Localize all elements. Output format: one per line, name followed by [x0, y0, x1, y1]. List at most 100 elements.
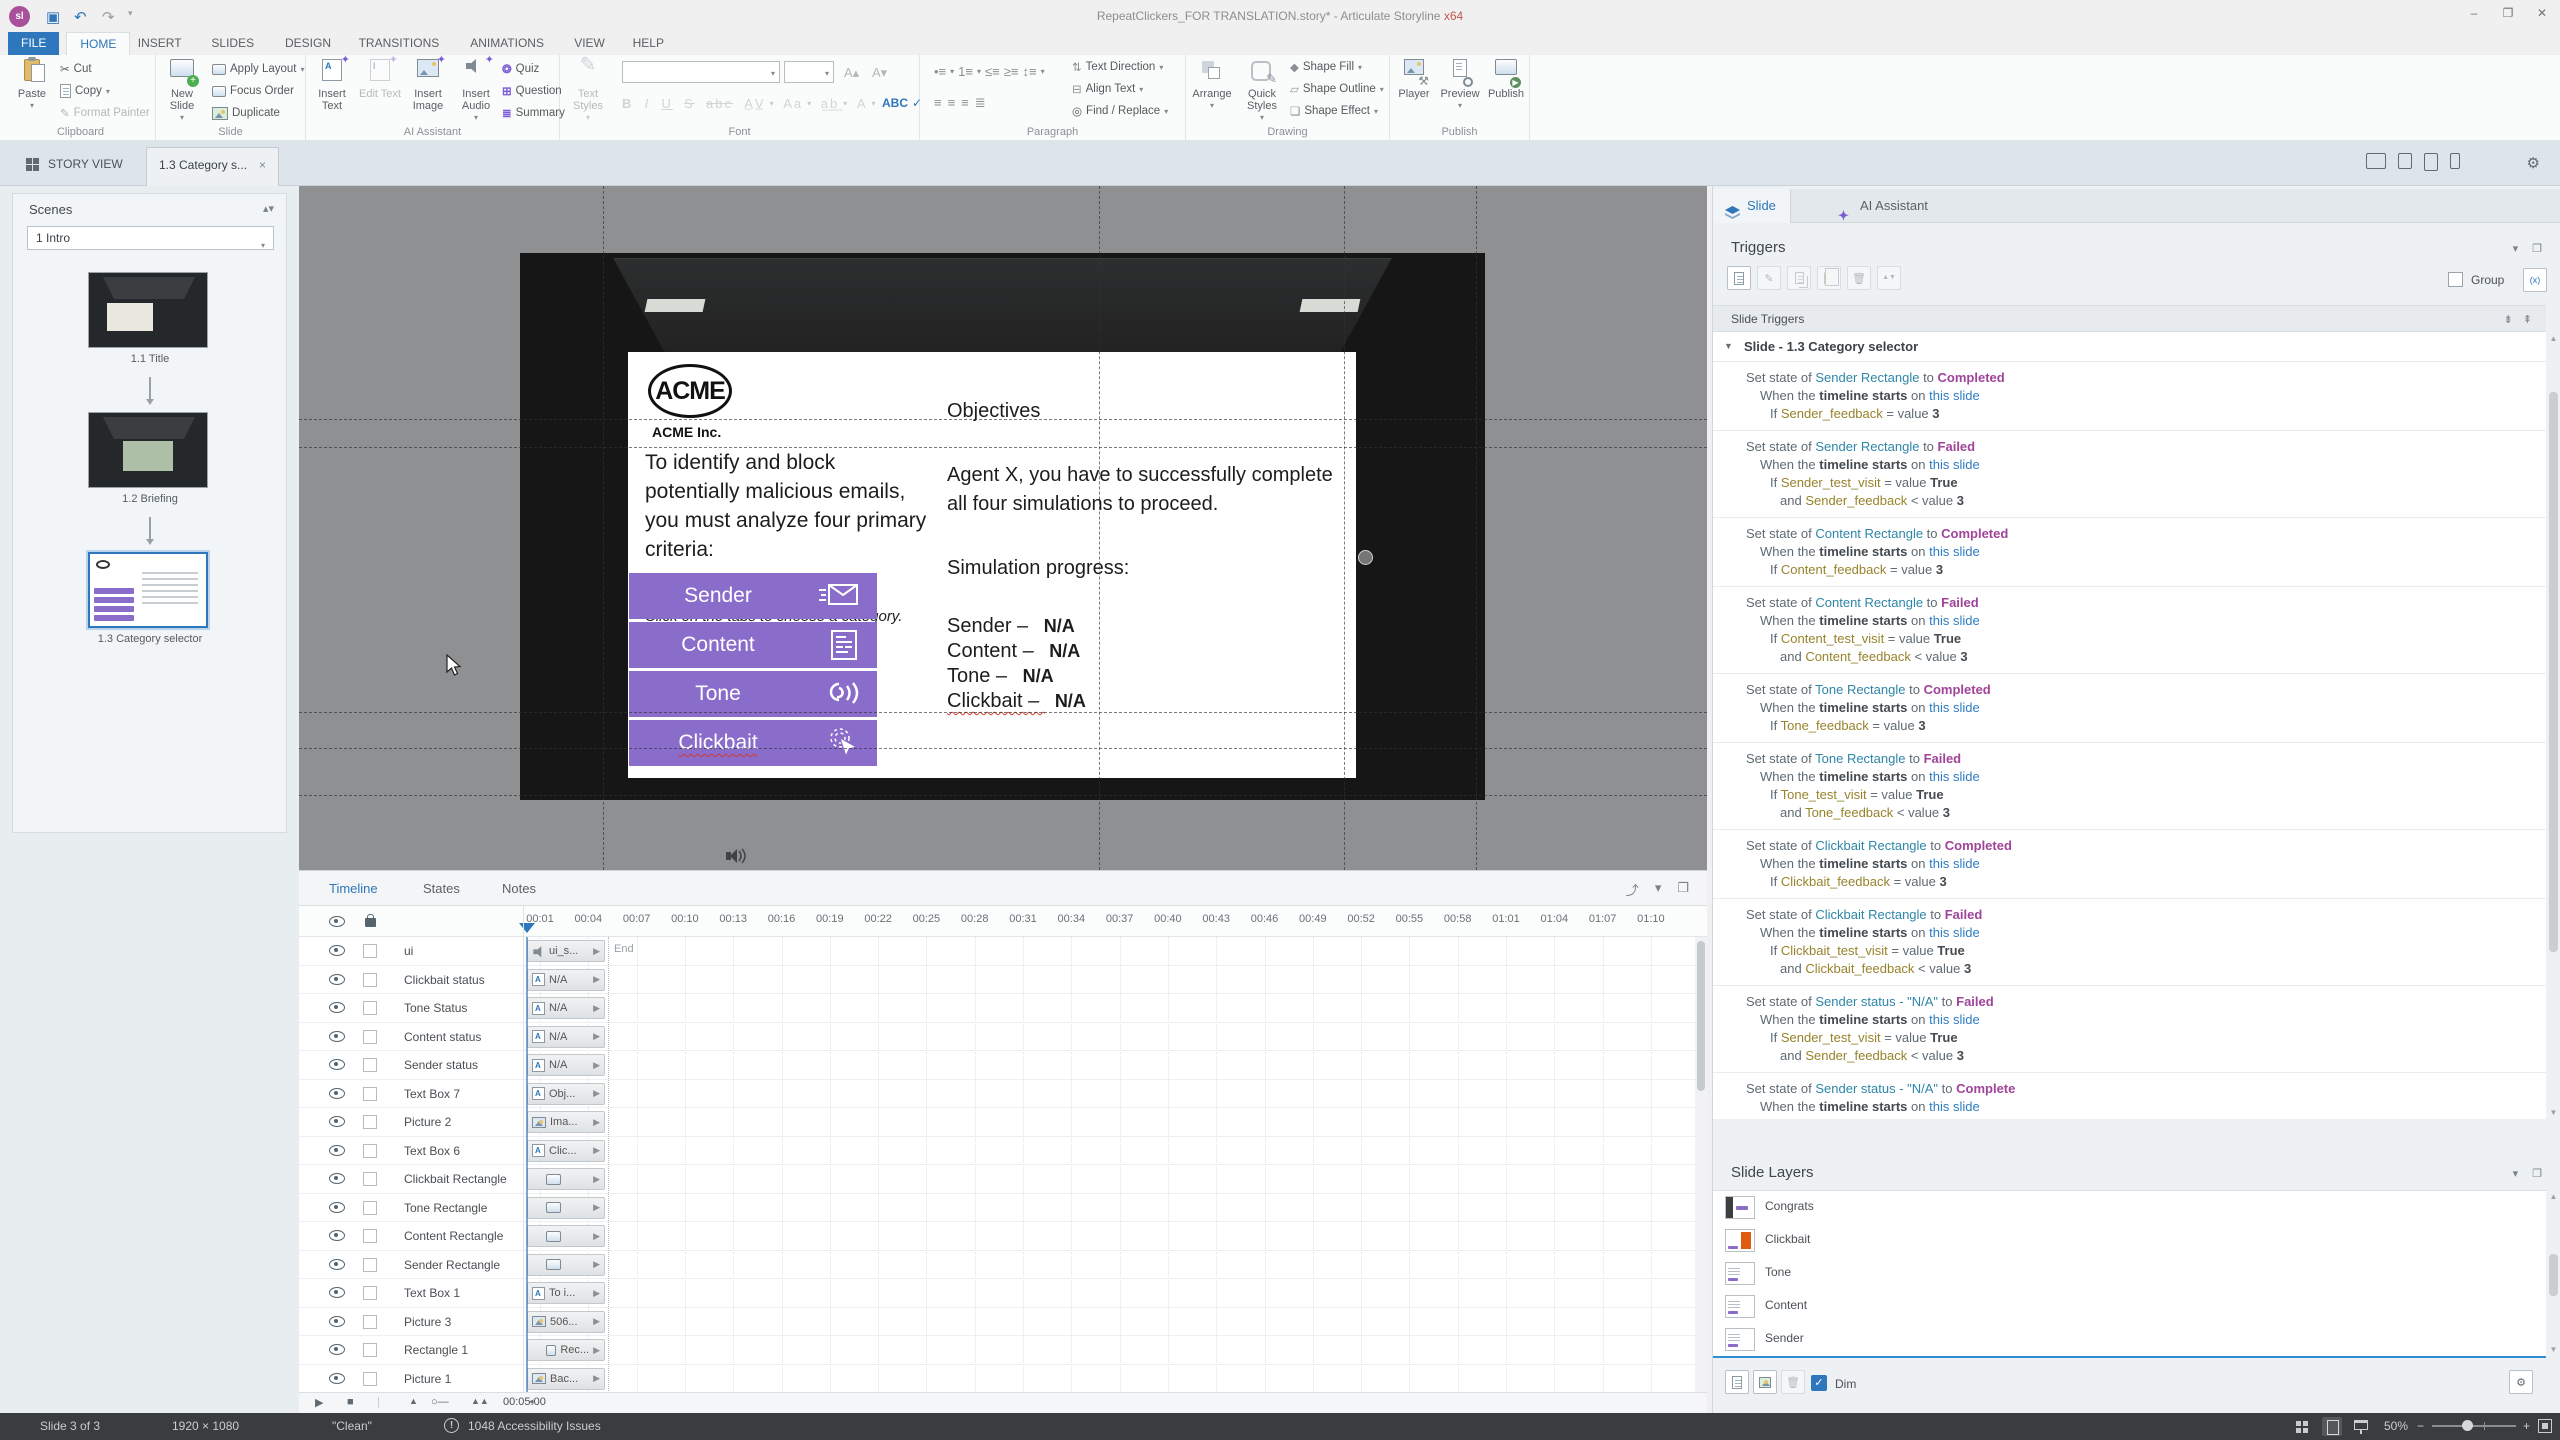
- preview-button[interactable]: Preview▾: [1436, 58, 1484, 112]
- trigger-item-2[interactable]: Set state of Sender Rectangle to FailedW…: [1713, 431, 2546, 518]
- trigger-item-1[interactable]: Set state of Sender Rectangle to Complet…: [1713, 362, 2546, 431]
- timeline-clip[interactable]: 506...▶: [527, 1311, 605, 1333]
- layer-row-sender[interactable]: Sender: [1713, 1323, 2546, 1356]
- clip-expand-icon[interactable]: ▶: [593, 1231, 600, 1242]
- timeline-vscrollbar[interactable]: [1695, 937, 1707, 1393]
- guide-line-horizontal[interactable]: [299, 712, 1707, 713]
- timeline-clip[interactable]: AN/A▶: [527, 1054, 605, 1076]
- clip-expand-icon[interactable]: ▶: [593, 1316, 600, 1327]
- timeline-clip[interactable]: AN/A▶: [527, 1026, 605, 1048]
- reorder-trigger-buttons[interactable]: ▲▼: [1877, 266, 1901, 290]
- visibility-eye-icon[interactable]: [329, 1344, 345, 1355]
- lock-checkbox[interactable]: [363, 1343, 377, 1357]
- preview-mode-icon[interactable]: [2354, 1420, 2368, 1430]
- ai-quiz-button[interactable]: ❂Quiz: [502, 59, 539, 79]
- zoom-in-icon[interactable]: +: [2523, 1419, 2530, 1433]
- dim-checkbox[interactable]: ✓: [1811, 1375, 1827, 1391]
- tab-slide[interactable]: Slide: [1713, 189, 1791, 223]
- gear-icon[interactable]: ⚙: [2527, 154, 2540, 172]
- timeline-row-picture-1[interactable]: Picture 1Bac...▶: [299, 1365, 1695, 1394]
- clip-expand-icon[interactable]: ▶: [593, 1174, 600, 1185]
- playhead-line[interactable]: [526, 937, 528, 1393]
- category-button-sender[interactable]: Sender: [629, 573, 877, 619]
- timeline-clip[interactable]: ▶: [527, 1168, 605, 1190]
- delete-layer-button[interactable]: 🗑: [1781, 1370, 1805, 1394]
- visibility-eye-icon[interactable]: [329, 1230, 345, 1241]
- paste-trigger-button[interactable]: [1817, 266, 1841, 290]
- maximize-button[interactable]: ❐: [2494, 6, 2522, 20]
- timeline-row-sender-rectangle[interactable]: Sender Rectangle▶: [299, 1251, 1695, 1280]
- font-format-buttons[interactable]: B I U S abc A̲V̲▾ Aa▾ a͟b͟▾ A▾: [622, 93, 876, 113]
- close-button[interactable]: ✕: [2528, 6, 2556, 20]
- guide-line-vertical[interactable]: [1476, 186, 1477, 870]
- lock-checkbox[interactable]: [363, 1258, 377, 1272]
- timeline-row-clickbait-rectangle[interactable]: Clickbait Rectangle▶: [299, 1165, 1695, 1194]
- insert-image-button[interactable]: ✦ Insert Image: [404, 58, 452, 112]
- trigger-item-8[interactable]: Set state of Clickbait Rectangle to Fail…: [1713, 899, 2546, 986]
- shape-effect-button[interactable]: ❏Shape Effect▾: [1290, 101, 1378, 121]
- clip-expand-icon[interactable]: ▶: [593, 1145, 600, 1156]
- edit-text-button[interactable]: I✦ Edit Text: [356, 58, 404, 100]
- visibility-eye-icon[interactable]: [329, 1316, 345, 1327]
- lock-checkbox[interactable]: [363, 1115, 377, 1129]
- slide-content[interactable]: ACME ACME Inc. To identify and block pot…: [628, 352, 1356, 778]
- timeline-row-picture-3[interactable]: Picture 3506...▶: [299, 1308, 1695, 1337]
- timeline-row-picture-2[interactable]: Picture 2Ima...▶: [299, 1108, 1695, 1137]
- zoom-out-icon[interactable]: −: [2417, 1419, 2424, 1433]
- zoom-slider-knob[interactable]: [2462, 1420, 2473, 1431]
- timeline-clip[interactable]: Ima...▶: [527, 1111, 605, 1133]
- list-buttons[interactable]: •≡▾ 1≡▾ ≤≡ ≥≡ ↕≡▾: [934, 61, 1045, 81]
- visibility-eye-icon[interactable]: [329, 1202, 345, 1213]
- spell-check-button[interactable]: ABC✓: [882, 93, 922, 113]
- arrange-button[interactable]: Arrange▾: [1188, 58, 1236, 112]
- triggers-scrollbar[interactable]: ▲▼: [2546, 332, 2560, 1119]
- clip-expand-icon[interactable]: ▶: [593, 1003, 600, 1014]
- play-button[interactable]: ▶: [315, 1396, 323, 1409]
- phone-view-icon[interactable]: [2450, 153, 2460, 169]
- trigger-item-5[interactable]: Set state of Tone Rectangle to Completed…: [1713, 674, 2546, 743]
- delete-trigger-button[interactable]: 🗑: [1847, 266, 1871, 290]
- clip-expand-icon[interactable]: ▶: [593, 1031, 600, 1042]
- category-button-content[interactable]: Content: [629, 622, 877, 668]
- guide-line-horizontal[interactable]: [299, 447, 1707, 448]
- quick-styles-button[interactable]: ✎ Quick Styles▾: [1238, 58, 1286, 124]
- ribbon-tab-home[interactable]: HOME: [66, 32, 130, 55]
- timeline-row-text-box-7[interactable]: Text Box 7AObj...▶: [299, 1080, 1695, 1109]
- minimize-button[interactable]: –: [2460, 6, 2488, 20]
- align-buttons[interactable]: ≡≡≡≣: [934, 93, 992, 113]
- visibility-eye-icon[interactable]: [329, 945, 345, 956]
- desktop-view-icon[interactable]: [2366, 153, 2386, 169]
- group-checkbox[interactable]: [2448, 272, 2463, 287]
- story-view-mode-icon[interactable]: [2296, 1421, 2308, 1433]
- lock-checkbox[interactable]: [363, 1144, 377, 1158]
- visibility-eye-icon[interactable]: [329, 974, 345, 985]
- format-painter-button[interactable]: ✎Format Painter: [60, 103, 150, 123]
- lock-column-icon[interactable]: [365, 918, 376, 927]
- copy-trigger-button[interactable]: [1787, 266, 1811, 290]
- category-button-clickbait[interactable]: Clickbait: [629, 720, 877, 766]
- ribbon-tab-help[interactable]: HELP: [620, 32, 677, 55]
- visibility-eye-icon[interactable]: [329, 1031, 345, 1042]
- timeline-row-ui[interactable]: uiui_s...▶: [299, 937, 1695, 966]
- clip-expand-icon[interactable]: ▶: [593, 1373, 600, 1384]
- category-button-tone[interactable]: Tone: [629, 671, 877, 717]
- tablet-view-icon[interactable]: [2424, 153, 2438, 171]
- text-direction-button[interactable]: ⇅Text Direction▾: [1072, 57, 1163, 77]
- guide-line-horizontal[interactable]: [299, 419, 1707, 420]
- insert-text-button[interactable]: A✦ Insert Text: [308, 58, 356, 112]
- timeline-zoom-out-icon[interactable]: ○—: [431, 1396, 449, 1408]
- clip-expand-icon[interactable]: ▶: [593, 946, 600, 957]
- timeline-clip[interactable]: ▶: [527, 1254, 605, 1276]
- layer-row-clickbait[interactable]: Clickbait: [1713, 1224, 2546, 1257]
- clip-expand-icon[interactable]: ▶: [593, 1060, 600, 1071]
- lock-checkbox[interactable]: [363, 1058, 377, 1072]
- grow-font-button[interactable]: A▴: [844, 63, 859, 83]
- visibility-column-icon[interactable]: [329, 916, 345, 927]
- trigger-item-3[interactable]: Set state of Content Rectangle to Comple…: [1713, 518, 2546, 587]
- scene-select[interactable]: 1 Intro▾: [27, 226, 274, 250]
- timeline-row-content-rectangle[interactable]: Content Rectangle▶: [299, 1222, 1695, 1251]
- layer-settings-gear-icon[interactable]: ⚙: [2509, 1370, 2533, 1394]
- tab-slide-1-3[interactable]: 1.3 Category s...×: [146, 147, 279, 186]
- visibility-eye-icon[interactable]: [329, 1116, 345, 1127]
- ai-summary-button[interactable]: ≣Summary: [502, 103, 565, 123]
